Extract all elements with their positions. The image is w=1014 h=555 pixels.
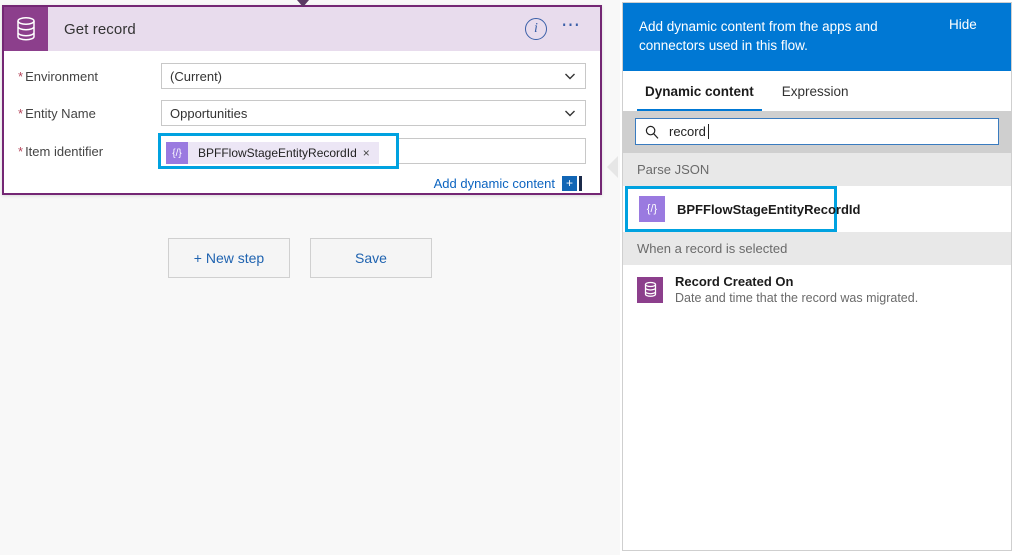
field-control-environment: (Current) <box>161 63 586 89</box>
entity-name-select-value: Opportunities <box>170 106 563 121</box>
tab-dynamic-content[interactable]: Dynamic content <box>631 71 768 111</box>
action-card-title: Get record <box>64 21 136 38</box>
flow-step-buttons: + New step Save <box>0 238 600 278</box>
dynamic-content-token[interactable]: {/} BPFFlowStageEntityRecordId × <box>166 142 379 164</box>
tab-expression[interactable]: Expression <box>768 71 863 111</box>
entity-name-select[interactable]: Opportunities <box>161 100 586 126</box>
info-icon[interactable]: i <box>525 18 547 40</box>
dynamic-content-token-label: BPFFlowStageEntityRecordId <box>188 146 363 160</box>
field-label-item-identifier: *Item identifier <box>18 144 161 159</box>
action-card-header[interactable]: Get record i ⋯ <box>4 7 600 51</box>
dynamic-content-panel-title: Add dynamic content from the apps and co… <box>639 17 939 55</box>
field-control-item-identifier: {/} BPFFlowStageEntityRecordId × <box>161 137 586 165</box>
ellipsis-icon[interactable]: ⋯ <box>561 21 582 37</box>
flow-designer-canvas: Get record i ⋯ *Environment (Current) <box>0 0 620 555</box>
form-row-environment: *Environment (Current) <box>18 63 586 89</box>
dynamic-content-item-text: Record Created On Date and time that the… <box>675 274 918 305</box>
add-dynamic-content-link[interactable]: Add dynamic content <box>434 176 555 191</box>
field-label-text: Entity Name <box>25 106 96 121</box>
environment-select[interactable]: (Current) <box>161 63 586 89</box>
expression-token-icon: {/} <box>639 196 665 222</box>
panel-pointer-arrow-icon <box>607 156 618 178</box>
dynamic-content-item-text: BPFFlowStageEntityRecordId <box>677 202 823 217</box>
hide-panel-button[interactable]: Hide <box>939 17 977 32</box>
action-card-body: *Environment (Current) *Entity Name <box>4 51 600 191</box>
group-header-when-a-record-is-selected: When a record is selected <box>623 232 1011 265</box>
dynamic-content-item-bpfflowstageentityrecordid[interactable]: {/} BPFFlowStageEntityRecordId <box>625 186 837 232</box>
new-step-button[interactable]: + New step <box>168 238 290 278</box>
dynamic-content-panel-tabs: Dynamic content Expression <box>623 71 1011 111</box>
database-icon <box>4 7 48 51</box>
field-label-environment: *Environment <box>18 69 161 84</box>
expression-token-icon: {/} <box>166 142 188 164</box>
required-marker: * <box>18 144 23 159</box>
database-icon <box>637 277 663 303</box>
environment-select-value: (Current) <box>170 69 563 84</box>
action-card-get-record: Get record i ⋯ *Environment (Current) <box>2 5 602 195</box>
field-label-entity-name: *Entity Name <box>18 106 161 121</box>
chevron-down-icon <box>563 106 577 120</box>
search-input-value: record <box>669 124 706 139</box>
form-row-item-identifier: *Item identifier {/} BPFFlowStageEntityR… <box>18 137 586 165</box>
dynamic-content-item-subtitle: Date and time that the record was migrat… <box>675 291 918 305</box>
form-row-entity-name: *Entity Name Opportunities <box>18 100 586 126</box>
dynamic-content-search-band: record <box>623 111 1011 153</box>
dynamic-content-item-title: Record Created On <box>675 274 793 289</box>
group-header-parse-json: Parse JSON <box>623 153 1011 186</box>
add-dynamic-content-plus-icon[interactable]: + <box>562 176 577 191</box>
dynamic-content-item-title: BPFFlowStageEntityRecordId <box>677 202 860 217</box>
search-input[interactable]: record <box>635 118 999 145</box>
flow-connector-arrow-icon <box>297 0 309 7</box>
field-label-text: Item identifier <box>25 144 103 159</box>
action-card-header-actions: i ⋯ <box>525 18 600 40</box>
add-dynamic-content-row: Add dynamic content + <box>18 176 586 191</box>
text-cursor-caret <box>579 176 582 191</box>
field-control-entity-name: Opportunities <box>161 100 586 126</box>
item-identifier-input[interactable]: {/} BPFFlowStageEntityRecordId × <box>161 137 586 165</box>
search-icon <box>645 125 659 139</box>
save-button[interactable]: Save <box>310 238 432 278</box>
chevron-down-icon <box>563 69 577 83</box>
required-marker: * <box>18 69 23 84</box>
dynamic-content-item-record-created-on[interactable]: Record Created On Date and time that the… <box>623 265 1011 314</box>
remove-token-icon[interactable]: × <box>363 147 379 159</box>
dynamic-content-panel: Add dynamic content from the apps and co… <box>622 2 1012 551</box>
field-label-text: Environment <box>25 69 98 84</box>
required-marker: * <box>18 106 23 121</box>
dynamic-content-panel-header: Add dynamic content from the apps and co… <box>623 3 1011 71</box>
